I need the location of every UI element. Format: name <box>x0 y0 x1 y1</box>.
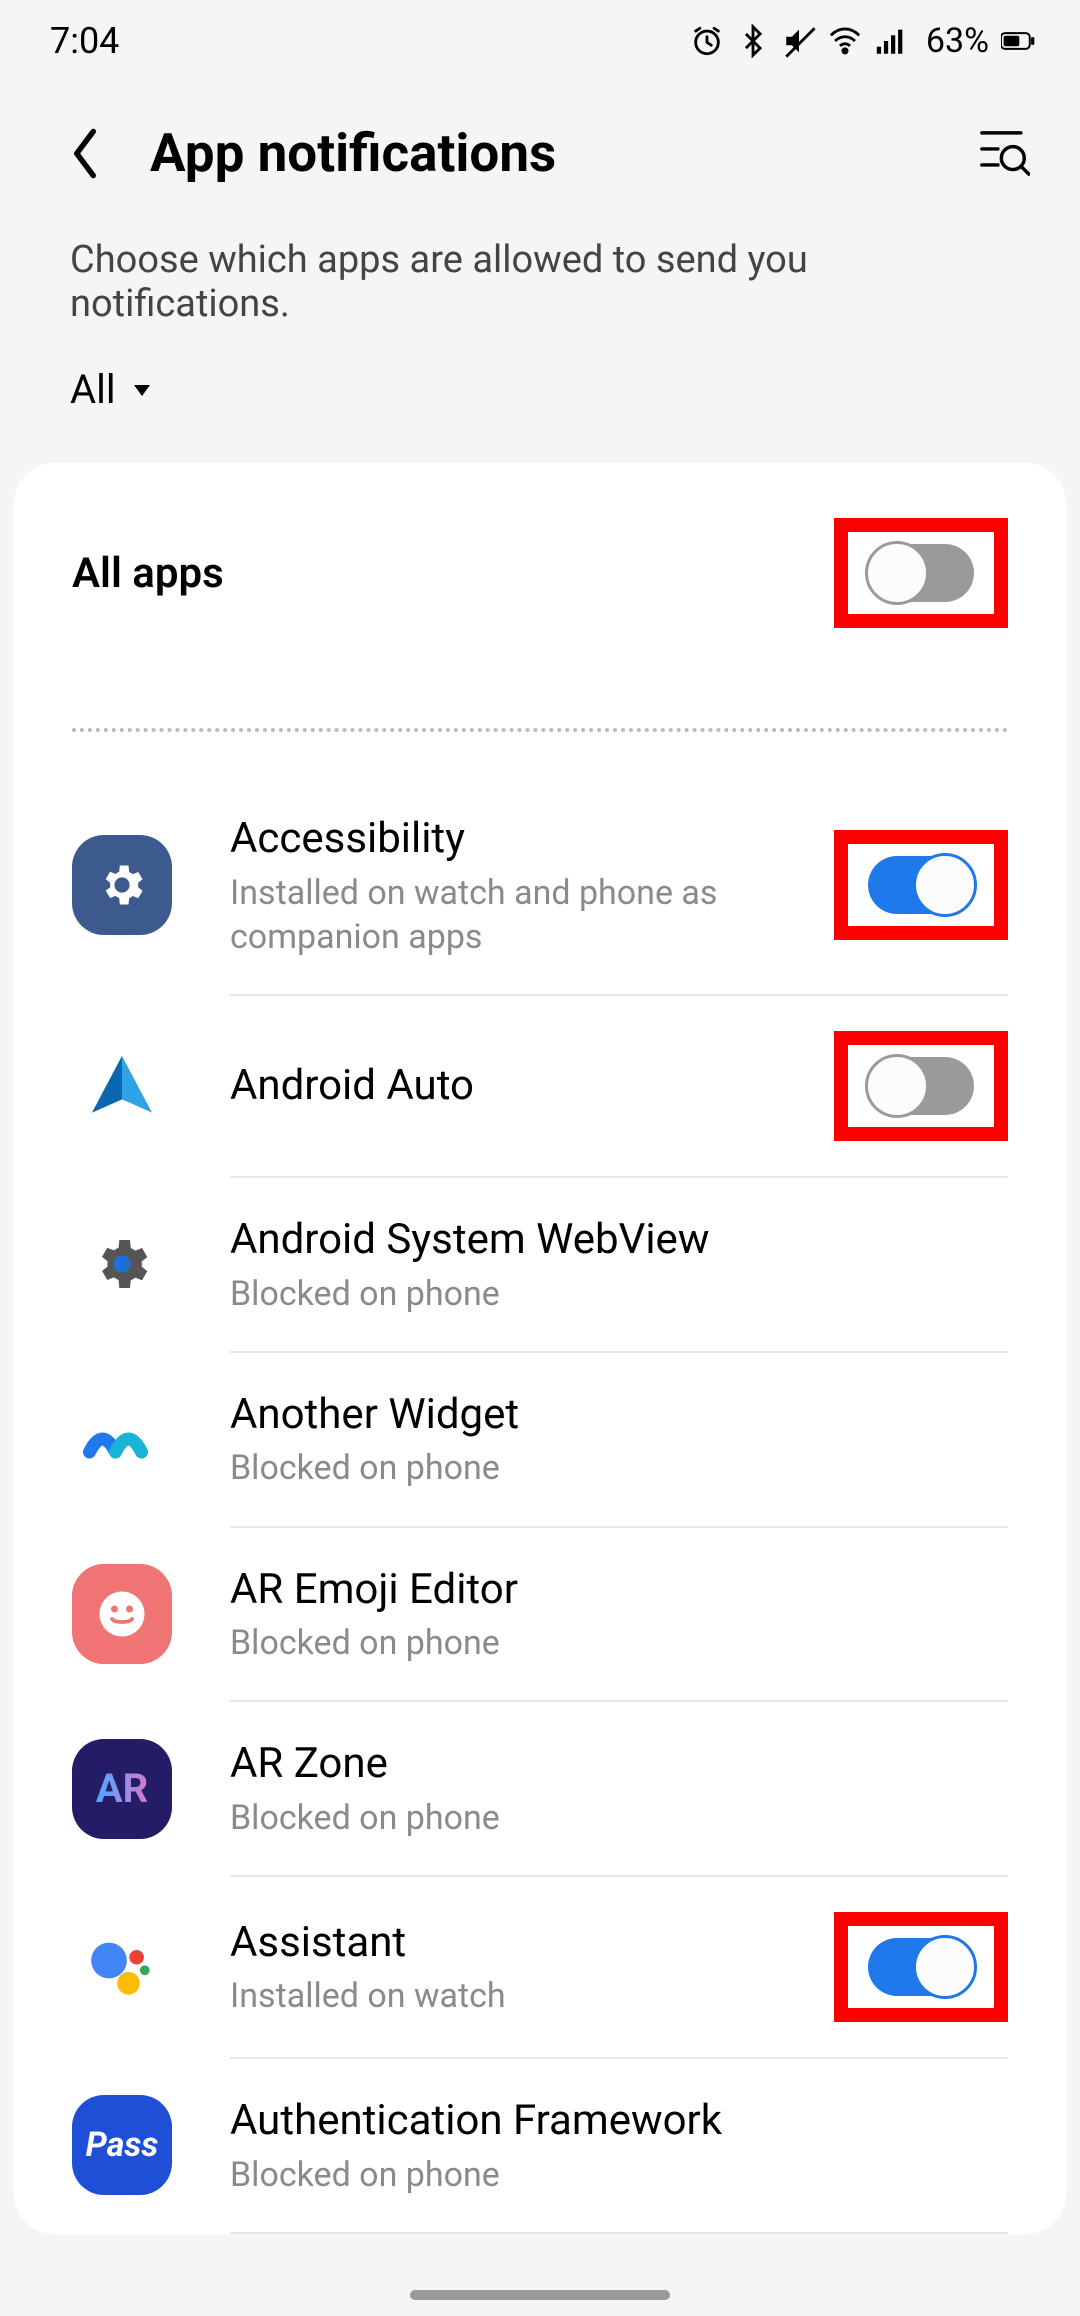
app-sub: Installed on watch and phone as companio… <box>230 871 834 959</box>
app-icon-auth-framework: Pass <box>72 2095 172 2195</box>
app-toggle-accessibility[interactable] <box>868 856 974 914</box>
app-sub: Blocked on phone <box>230 1272 1008 1316</box>
filter-dropdown[interactable]: All <box>0 366 154 463</box>
page-title: App notifications <box>150 122 975 184</box>
wave-icon <box>83 1419 161 1459</box>
assistant-dots-icon <box>83 1928 161 2006</box>
app-text: AR Zone Blocked on phone <box>230 1737 1008 1840</box>
highlight-box <box>834 1031 1008 1141</box>
app-text: Android System WebView Blocked on phone <box>230 1213 1008 1316</box>
search-button[interactable] <box>975 126 1030 181</box>
bluetooth-icon <box>736 24 770 58</box>
row-divider <box>230 2232 1008 2234</box>
face-icon <box>92 1584 152 1644</box>
highlight-box <box>834 1912 1008 2022</box>
app-row-asw[interactable]: Android System WebView Blocked on phone <box>14 1178 1066 1351</box>
signal-icon <box>874 24 908 58</box>
status-battery-text: 63% <box>926 21 989 61</box>
app-icon-accessibility <box>72 835 172 935</box>
app-text: AR Emoji Editor Blocked on phone <box>230 1563 1008 1666</box>
app-row-accessibility[interactable]: Accessibility Installed on watch and pho… <box>14 777 1066 994</box>
all-apps-label: All apps <box>72 549 224 598</box>
gear-icon <box>90 1232 154 1296</box>
all-apps-toggle[interactable] <box>868 544 974 602</box>
status-time: 7:04 <box>50 20 119 62</box>
app-sub: Blocked on phone <box>230 1621 1008 1665</box>
app-text: Android Auto <box>230 1059 834 1114</box>
chevron-down-icon <box>130 378 154 402</box>
app-text: Assistant Installed on watch <box>230 1916 834 2019</box>
app-name: Another Widget <box>230 1388 1008 1443</box>
pass-text-icon: Pass <box>86 2125 159 2165</box>
app-sub: Blocked on phone <box>230 2153 1008 2197</box>
status-bar: 7:04 63% <box>0 0 1080 72</box>
highlight-box <box>834 830 1008 940</box>
app-icon-another-widget <box>72 1389 172 1489</box>
app-name: AR Zone <box>230 1737 1008 1792</box>
app-name: Authentication Framework <box>230 2094 1008 2149</box>
app-icon-ar-emoji <box>72 1564 172 1664</box>
app-text: Accessibility Installed on watch and pho… <box>230 812 834 959</box>
app-icon-android-auto <box>72 1036 172 1136</box>
ar-text-icon: AR <box>96 1765 149 1812</box>
app-row-assistant[interactable]: Assistant Installed on watch <box>14 1877 1066 2057</box>
app-sub: Blocked on phone <box>230 1796 1008 1840</box>
android-auto-icon <box>82 1046 162 1126</box>
app-row-auth-framework[interactable]: Pass Authentication Framework Blocked on… <box>14 2059 1066 2232</box>
nav-pill[interactable] <box>410 2290 670 2300</box>
gear-icon <box>96 859 148 911</box>
app-name: Android System WebView <box>230 1213 1008 1268</box>
wifi-icon <box>828 24 862 58</box>
app-sub: Installed on watch <box>230 1974 834 2018</box>
app-sub: Blocked on phone <box>230 1446 1008 1490</box>
battery-icon <box>1001 24 1035 58</box>
app-row-another-widget[interactable]: Another Widget Blocked on phone <box>14 1353 1066 1526</box>
status-right: 63% <box>690 21 1035 61</box>
highlight-box <box>834 518 1008 628</box>
alarm-icon <box>690 24 724 58</box>
app-name: Accessibility <box>230 812 834 867</box>
mute-icon <box>782 24 816 58</box>
app-text: Another Widget Blocked on phone <box>230 1388 1008 1491</box>
app-name: Assistant <box>230 1916 834 1971</box>
dotted-separator <box>72 728 1008 732</box>
filter-label: All <box>70 366 116 413</box>
app-row-ar-zone[interactable]: AR AR Zone Blocked on phone <box>14 1702 1066 1875</box>
app-icon-ar-zone: AR <box>72 1739 172 1839</box>
app-toggle-assistant[interactable] <box>868 1938 974 1996</box>
all-apps-row[interactable]: All apps <box>14 463 1066 683</box>
app-toggle-android-auto[interactable] <box>868 1057 974 1115</box>
app-icon-asw <box>72 1214 172 1314</box>
app-list-card: All apps Accessibility Installed on watc… <box>14 463 1066 2234</box>
app-text: Authentication Framework Blocked on phon… <box>230 2094 1008 2197</box>
app-name: AR Emoji Editor <box>230 1563 1008 1618</box>
page-header: App notifications <box>0 72 1080 214</box>
back-button[interactable] <box>65 126 105 181</box>
app-row-ar-emoji[interactable]: AR Emoji Editor Blocked on phone <box>14 1528 1066 1701</box>
app-row-android-auto[interactable]: Android Auto <box>14 996 1066 1176</box>
app-icon-assistant <box>72 1917 172 2017</box>
app-name: Android Auto <box>230 1059 834 1114</box>
page-subtitle: Choose which apps are allowed to send yo… <box>0 214 1080 366</box>
